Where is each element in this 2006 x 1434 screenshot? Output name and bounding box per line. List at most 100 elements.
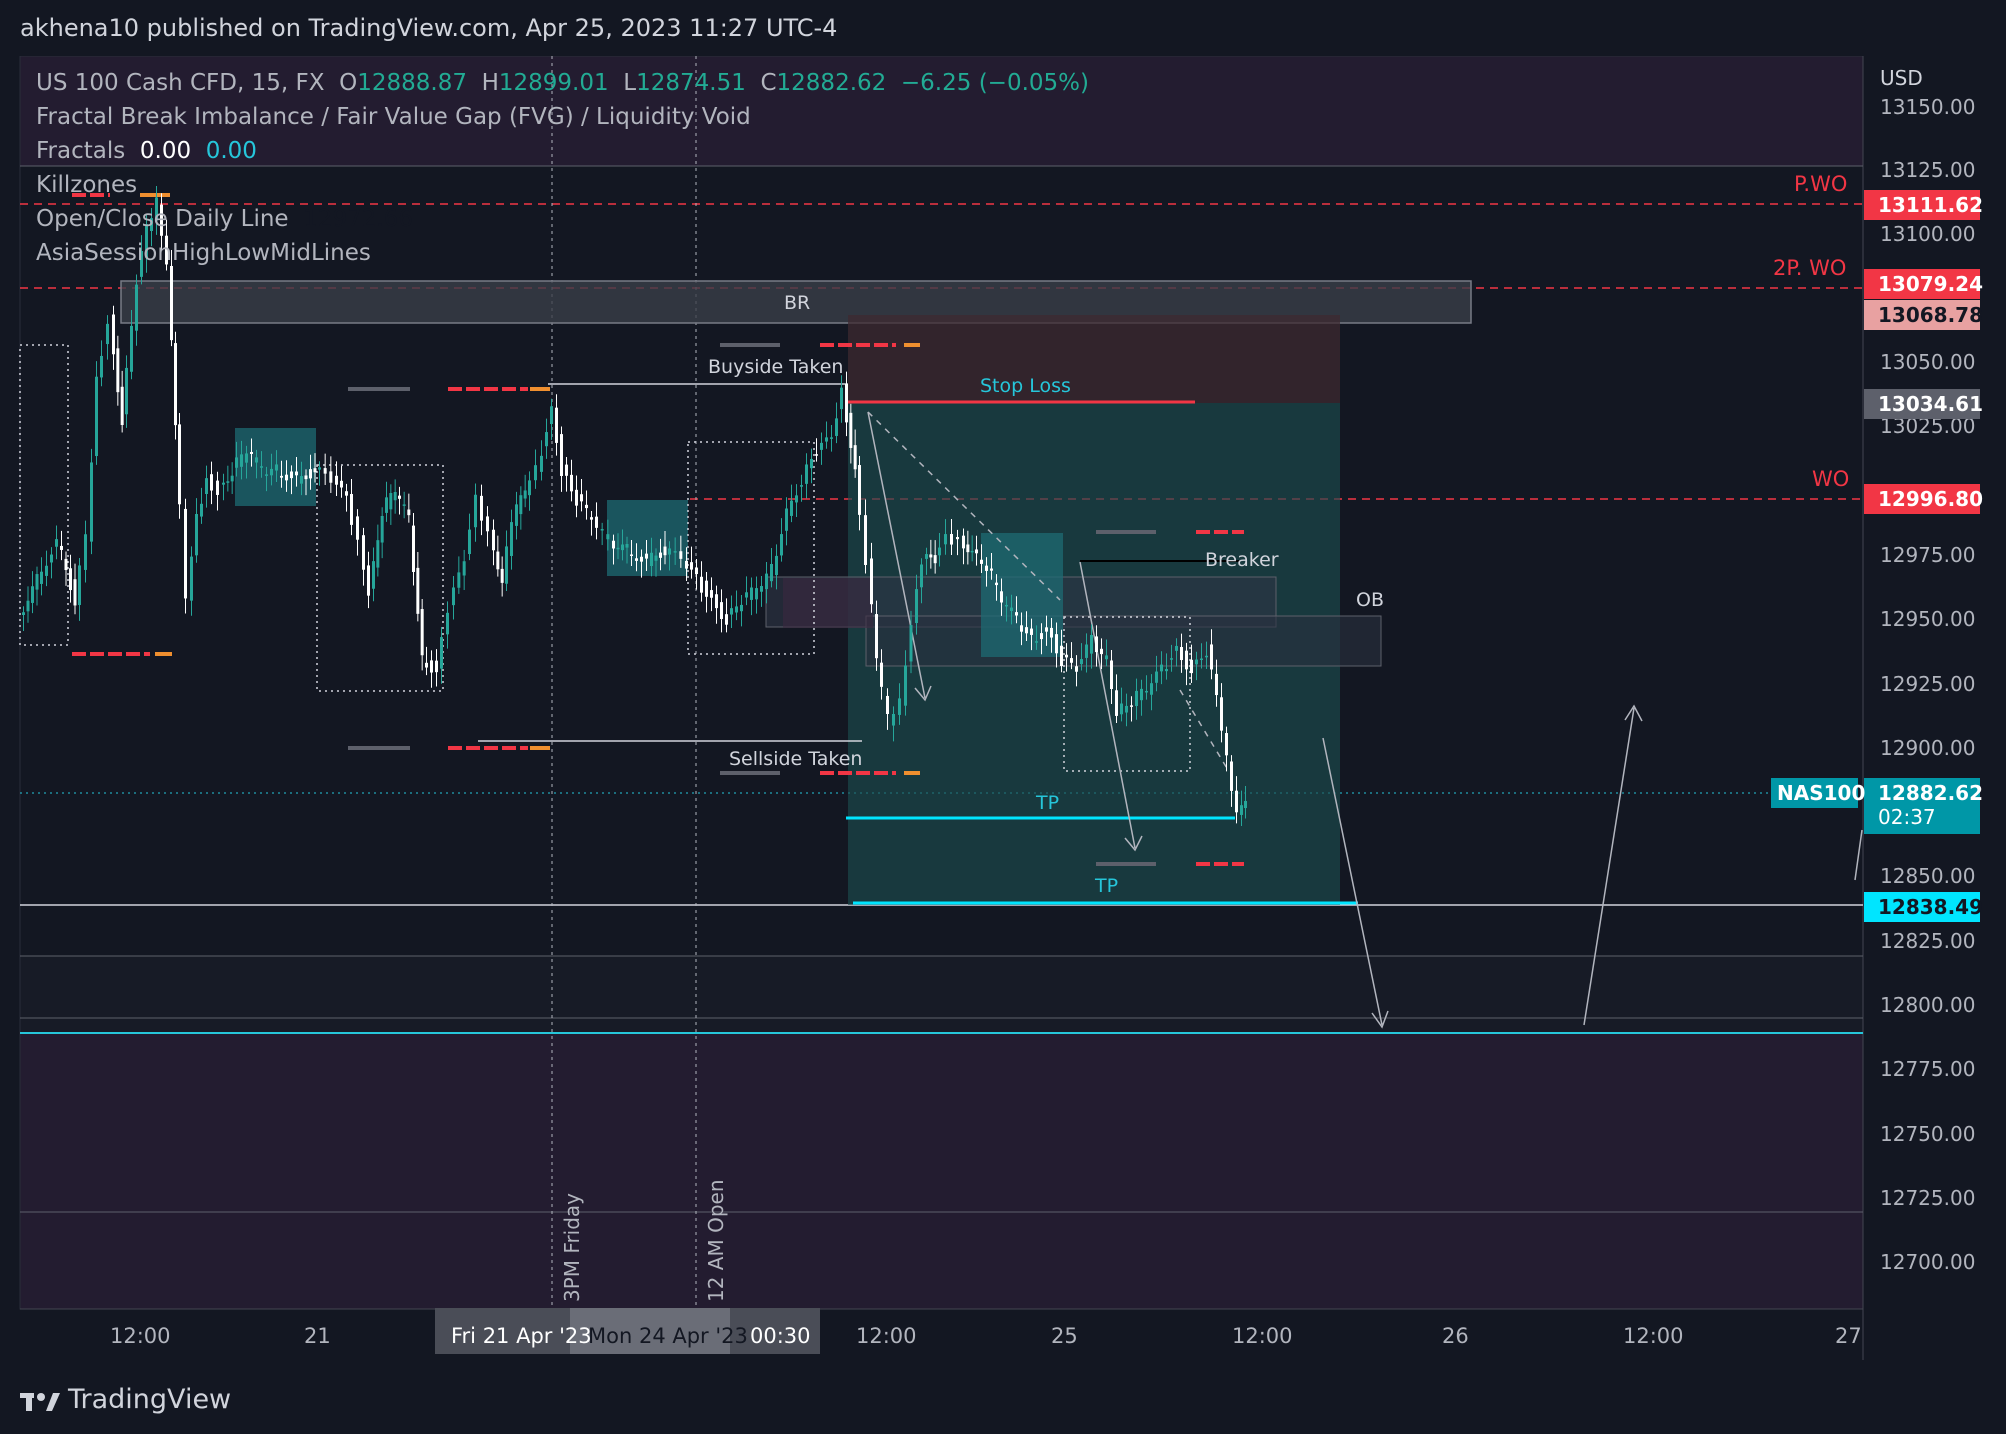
candle-body [250, 451, 253, 454]
candle-body [840, 387, 843, 410]
countdown-value: 02:37 [1878, 805, 1936, 829]
candle-body [755, 588, 758, 600]
candle-body [570, 474, 573, 492]
p2wo-price-tag[interactable]: 13079.24 [1864, 269, 1983, 299]
last-price-tag[interactable]: 12882.62 02:37 [1864, 778, 1983, 834]
indicator-fvg[interactable]: Fractal Break Imbalance / Fair Value Gap… [36, 104, 751, 130]
candle-body [340, 480, 343, 488]
open-close-value: 12972.66 [303, 206, 413, 232]
session-box-2 [316, 464, 444, 692]
price-label: 12775.00 [1880, 1057, 1976, 1081]
friday-label: 3PM Friday [560, 1192, 584, 1302]
candle-body [195, 514, 198, 556]
tradingview-logo-icon [20, 1389, 60, 1411]
candle-body [69, 568, 72, 591]
candle-body [1040, 633, 1043, 640]
candle-body [1000, 591, 1003, 603]
candle-body [329, 471, 333, 483]
symbol-legend[interactable]: US 100 Cash CFD, 15, FX O12888.87 H12899… [36, 70, 1089, 96]
candle-body [90, 462, 93, 542]
candle-body [1150, 683, 1153, 695]
pwo-price-tag[interactable]: 13111.62 [1864, 190, 1983, 220]
candle-body [560, 434, 563, 476]
candle-body [1015, 612, 1018, 616]
candle-body [1070, 658, 1073, 663]
candle-body [795, 495, 798, 503]
candle-body [492, 529, 495, 551]
candle-body [222, 482, 225, 485]
candle-body [245, 453, 248, 463]
candle-body [770, 564, 773, 582]
candle-body [640, 556, 643, 562]
open-close-name: Open/Close Daily Line [36, 206, 289, 232]
candle-body [654, 555, 658, 561]
tradingview-footer[interactable]: TradingView [20, 1384, 231, 1415]
candle-body [26, 600, 30, 612]
candle-body [486, 516, 489, 532]
sl-price-tag[interactable]: 13034.61 [1864, 389, 1983, 419]
candle-body [130, 325, 133, 372]
indicator-fractals[interactable]: Fractals 0.00 0.00 [36, 138, 257, 164]
candle-body [235, 457, 238, 468]
candle-body [892, 714, 895, 726]
candle-body [290, 471, 293, 479]
symbol-line-tag[interactable]: NAS100 [1771, 778, 1865, 808]
tp-price-tag[interactable]: 12838.49 [1864, 892, 1983, 922]
indicator-asia-session[interactable]: AsiaSessionHighLowMidLines [36, 240, 371, 266]
candle-body [430, 660, 433, 673]
candle-body [933, 555, 937, 564]
candle-body [886, 695, 889, 715]
candle-body [452, 587, 455, 606]
candle-body [190, 556, 193, 601]
candle-body [1240, 805, 1243, 815]
candle-body [84, 534, 87, 570]
ob-box[interactable] [865, 615, 1382, 667]
candle-body [1105, 655, 1108, 660]
candle-body [435, 660, 438, 673]
candle-body [1165, 669, 1168, 672]
sellside-label: Sellside Taken [729, 748, 863, 770]
candle-body [690, 562, 693, 570]
wo-price-tag[interactable]: 12996.80 [1864, 484, 1983, 514]
br-price-tag[interactable]: 13068.78 [1864, 300, 1983, 330]
candle-body [474, 494, 477, 528]
fvg-purple [783, 578, 873, 628]
candle-body [790, 500, 793, 516]
range-band [20, 956, 1863, 1034]
candle-body [915, 589, 918, 624]
symbol-name[interactable]: US 100 Cash CFD, 15, FX [36, 70, 324, 96]
candle-body [389, 492, 393, 510]
candle-body [830, 437, 833, 439]
candle-body [956, 537, 959, 540]
candle-body [705, 580, 708, 597]
time-label: 27 [1835, 1324, 1862, 1348]
candle-body [1125, 705, 1128, 713]
candle-body [205, 478, 208, 495]
candle-body [938, 547, 941, 556]
candle-body [31, 586, 34, 603]
br-label: BR [784, 292, 811, 314]
candle-body [412, 525, 415, 572]
candle-body [1135, 690, 1138, 706]
candle-body [402, 504, 406, 506]
position-risk-zone[interactable] [848, 315, 1340, 403]
candle-body [1030, 628, 1033, 635]
pwo-label: P.WO [1794, 172, 1848, 196]
candle-body [875, 614, 878, 659]
candle-body [1090, 634, 1093, 654]
indicator-open-close[interactable]: Open/Close Daily Line 12972.66 [36, 206, 413, 232]
candle-body [673, 551, 677, 553]
candle-body [904, 665, 907, 706]
indicator-killzones[interactable]: Killzones [36, 172, 137, 198]
candle-body [519, 495, 523, 515]
candle-body [700, 576, 703, 593]
candle-body [174, 343, 177, 426]
candle-body [668, 548, 671, 555]
candle-body [1120, 703, 1123, 715]
time-label: 21 [304, 1324, 331, 1348]
candle-body [735, 606, 738, 613]
candle-body [745, 592, 748, 598]
candle-body [45, 565, 48, 576]
candle-body [318, 467, 321, 470]
candle-body [1020, 625, 1023, 632]
